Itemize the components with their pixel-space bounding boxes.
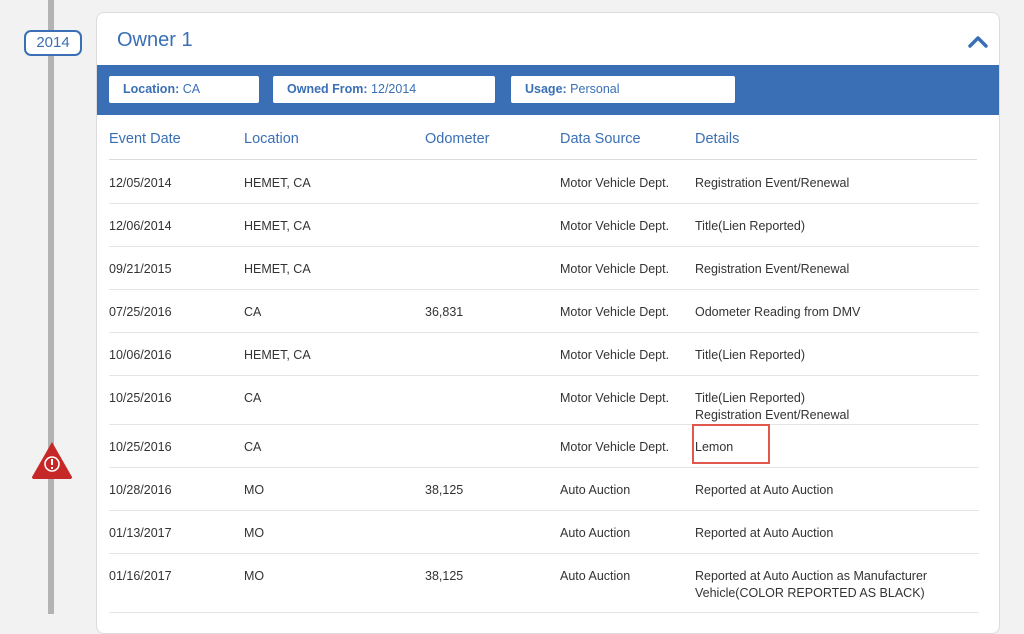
location-label: Location: <box>123 82 180 96</box>
location-cell: HEMET, CA <box>244 262 311 276</box>
details-line: Title(Lien Reported) <box>695 219 806 233</box>
header-location[interactable]: Location <box>244 131 299 147</box>
location-chip: Location: CA <box>109 76 259 103</box>
table-row: 12/06/2014 HEMET, CA Motor Vehicle Dept. Ti… <box>109 204 979 247</box>
event-date-cell: 09/21/2015 <box>109 262 172 276</box>
table-header: Event Date Location Odometer Data Source… <box>97 115 999 163</box>
odometer-cell: 36,831 <box>425 305 464 319</box>
location-cell: HEMET, CA <box>244 219 311 233</box>
details-cell: Reported at Auto Auction <box>695 482 833 499</box>
table-row: 10/28/2016 MO 38,125 Auto Auction Reported a… <box>109 468 979 511</box>
details-line: Title(Lien Reported) <box>695 391 806 405</box>
data-source-cell: Motor Vehicle Dept. <box>560 440 670 454</box>
location-cell: CA <box>244 305 262 319</box>
location-cell: MO <box>244 569 265 583</box>
location-cell: CA <box>244 391 262 405</box>
details-line: Title(Lien Reported) <box>695 348 806 362</box>
table-row: 12/05/2014 HEMET, CA Motor Vehicle Dept. Re… <box>109 161 979 204</box>
data-source-cell: Motor Vehicle Dept. <box>560 262 670 276</box>
table-row: 01/16/2017 MO 38,125 Auto Auction Reported a… <box>109 554 979 613</box>
usage-label: Usage: <box>525 82 567 96</box>
data-source-cell: Motor Vehicle Dept. <box>560 305 670 319</box>
header-divider <box>109 159 977 160</box>
details-cell: Registration Event/Renewal <box>695 261 849 278</box>
alert-warning-icon <box>32 442 72 479</box>
details-cell: Title(Lien Reported) Registration Event/R… <box>695 390 849 424</box>
location-cell: HEMET, CA <box>244 176 311 190</box>
details-line: Odometer Reading from DMV <box>695 305 861 319</box>
event-date-cell: 07/25/2016 <box>109 305 172 319</box>
owner-title: Owner 1 <box>117 29 193 51</box>
details-cell: Registration Event/Renewal <box>695 175 849 192</box>
details-line: Reported at Auto Auction as Manufacturer <box>695 569 928 583</box>
details-line: Reported at Auto Auction <box>695 483 834 497</box>
event-date-cell: 01/13/2017 <box>109 526 172 540</box>
table-row: 10/25/2016 CA Motor Vehicle Dept. Title(Lie… <box>109 376 979 425</box>
usage-chip: Usage: Personal <box>511 76 735 103</box>
details-line: Vehicle(COLOR REPORTED AS BLACK) <box>695 586 925 600</box>
details-line: Registration Event/Renewal <box>695 176 850 190</box>
details-line: Registration Event/Renewal <box>695 408 850 422</box>
details-cell: Reported at Auto Auction <box>695 525 833 542</box>
table-row: 01/13/2017 MO Auto Auction Reported at Auto… <box>109 511 979 554</box>
header-details[interactable]: Details <box>695 131 739 147</box>
table-row: 10/06/2016 HEMET, CA Motor Vehicle Dept. Ti… <box>109 333 979 376</box>
event-date-cell: 01/16/2017 <box>109 569 172 583</box>
data-source-cell: Motor Vehicle Dept. <box>560 219 670 233</box>
owned-from-value: 12/2014 <box>371 82 417 96</box>
owner-card: Owner 1 Location: CA Owned From: 12/2014… <box>96 12 1000 634</box>
data-source-cell: Auto Auction <box>560 526 631 540</box>
details-cell: Odometer Reading from DMV <box>695 304 860 321</box>
timeline-line <box>48 0 54 614</box>
location-value: CA <box>182 82 201 96</box>
event-date-cell: 10/25/2016 <box>109 440 172 454</box>
details-line: Registration Event/Renewal <box>695 262 850 276</box>
odometer-cell: 38,125 <box>425 483 464 497</box>
event-date-cell: 10/28/2016 <box>109 483 172 497</box>
history-table-body: 12/05/2014 HEMET, CA Motor Vehicle Dept. Re… <box>97 161 999 613</box>
table-row: 07/25/2016 CA 36,831 Motor Vehicle Dept. Odo… <box>109 290 979 333</box>
details-cell: Title(Lien Reported) <box>695 347 805 364</box>
event-date-cell: 12/06/2014 <box>109 219 172 233</box>
year-badge: 2014 <box>24 30 82 56</box>
header-event-date[interactable]: Event Date <box>109 131 181 147</box>
event-date-cell: 10/06/2016 <box>109 348 172 362</box>
owner-info-bar: Location: CA Owned From: 12/2014 Usage: … <box>97 65 999 115</box>
header-data-source[interactable]: Data Source <box>560 131 641 147</box>
data-source-cell: Motor Vehicle Dept. <box>560 348 670 362</box>
data-source-cell: Auto Auction <box>560 483 631 497</box>
lemon-highlight-box <box>692 424 770 464</box>
location-cell: MO <box>244 483 265 497</box>
event-date-cell: 12/05/2014 <box>109 176 172 190</box>
event-date-cell: 10/25/2016 <box>109 391 172 405</box>
details-cell: Reported at Auto Auction as Manufacturer… <box>695 568 927 602</box>
usage-value: Personal <box>570 82 620 96</box>
table-row: 09/21/2015 HEMET, CA Motor Vehicle Dept. Re… <box>109 247 979 290</box>
details-cell: Title(Lien Reported) <box>695 218 805 235</box>
location-cell: CA <box>244 440 262 454</box>
chevron-up-icon[interactable] <box>967 31 989 53</box>
location-cell: HEMET, CA <box>244 348 311 362</box>
data-source-cell: Motor Vehicle Dept. <box>560 176 670 190</box>
location-cell: MO <box>244 526 265 540</box>
data-source-cell: Auto Auction <box>560 569 631 583</box>
data-source-cell: Motor Vehicle Dept. <box>560 391 670 405</box>
odometer-cell: 38,125 <box>425 569 464 583</box>
owned-from-chip: Owned From: 12/2014 <box>273 76 495 103</box>
details-line: Reported at Auto Auction <box>695 526 834 540</box>
table-row: 10/25/2016 CA Motor Vehicle Dept. Lemon <box>109 424 979 468</box>
owned-from-label: Owned From: <box>287 82 368 96</box>
header-odometer[interactable]: Odometer <box>425 131 489 147</box>
